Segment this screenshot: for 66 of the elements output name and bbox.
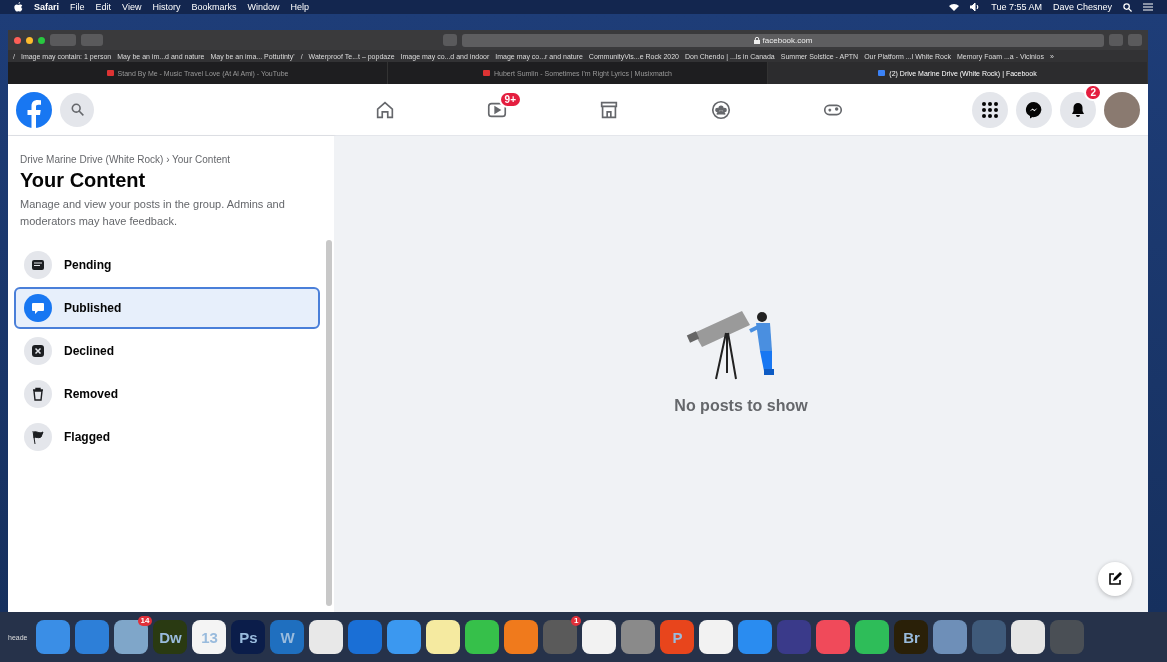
sidebar-item[interactable]: Flagged xyxy=(14,416,320,458)
close-button[interactable] xyxy=(14,36,21,44)
search-button[interactable] xyxy=(60,92,94,127)
scrollbar[interactable] xyxy=(326,240,332,606)
app-icon[interactable] xyxy=(855,620,890,654)
app-badge: 14 xyxy=(137,616,153,626)
favicon-icon xyxy=(483,70,490,76)
sidebar-item[interactable]: Removed xyxy=(14,373,320,415)
search-icon[interactable] xyxy=(1123,2,1132,12)
page-title: Your Content xyxy=(19,169,147,192)
app-icon[interactable] xyxy=(582,620,617,654)
app-icon[interactable] xyxy=(426,620,461,654)
menu-clock[interactable]: Tue 7:55 AM xyxy=(991,2,1042,12)
menu-item[interactable]: Edit xyxy=(95,2,112,12)
avatar[interactable] xyxy=(1104,91,1140,128)
sidebar-item[interactable]: Published xyxy=(14,287,320,329)
empty-state-message: No posts to show xyxy=(674,397,808,415)
notification-badge: 9+ xyxy=(498,90,522,108)
app-icon[interactable]: Ps xyxy=(231,620,266,654)
sidebar-item[interactable]: Pending xyxy=(14,244,320,286)
messenger-button[interactable] xyxy=(1016,91,1052,128)
search-icon xyxy=(70,103,84,116)
apple-logo-icon[interactable] xyxy=(14,2,23,12)
menu-item[interactable]: Help xyxy=(290,2,309,12)
app-icon[interactable] xyxy=(1011,620,1046,654)
breadcrumb: Drive Marine Drive (White Rock) › Your Content xyxy=(19,154,232,165)
edit-icon xyxy=(1107,571,1123,587)
zoom-button[interactable] xyxy=(38,36,45,44)
messenger-icon xyxy=(1025,100,1043,119)
sidebar-item[interactable]: Declined xyxy=(14,330,320,372)
trash-icon xyxy=(30,386,46,402)
app-icon[interactable] xyxy=(699,620,734,654)
menu-item[interactable]: Window xyxy=(247,2,280,12)
app-icon[interactable]: Dw xyxy=(153,620,188,654)
app-icon[interactable] xyxy=(465,620,500,654)
grid-icon xyxy=(982,101,998,118)
minimize-button[interactable] xyxy=(26,36,33,44)
lock-icon xyxy=(753,36,760,44)
post-icon xyxy=(30,257,46,273)
new-post-button[interactable] xyxy=(1098,562,1132,596)
bell-icon xyxy=(1070,101,1086,118)
favicon-icon xyxy=(106,70,114,76)
menu-item[interactable]: File xyxy=(70,2,85,12)
app-icon[interactable] xyxy=(504,620,539,654)
menu-item[interactable]: Safari xyxy=(34,2,59,12)
app-icon[interactable]: Br xyxy=(894,620,929,654)
groups-icon xyxy=(710,98,732,121)
url-text: facebook.com xyxy=(762,35,813,45)
x-square-icon xyxy=(30,343,46,359)
app-badge: 1 xyxy=(571,616,582,626)
nav-tab[interactable]: 9+ xyxy=(441,89,553,130)
speaker-icon[interactable] xyxy=(970,3,981,11)
app-icon[interactable] xyxy=(309,620,344,654)
flag-icon xyxy=(30,429,46,445)
favicon-icon xyxy=(878,70,886,76)
facebook-logo-icon[interactable] xyxy=(16,91,52,128)
menu-user-name[interactable]: Dave Chesney xyxy=(1052,2,1112,12)
wifi-icon[interactable] xyxy=(949,3,960,11)
menu-item[interactable]: Bookmarks xyxy=(191,2,237,12)
menu-item[interactable]: View xyxy=(122,2,142,12)
address-field[interactable]: facebook.com xyxy=(462,33,1104,47)
speech-bubble-icon xyxy=(30,300,46,316)
menu-button[interactable] xyxy=(972,91,1008,128)
menu-item[interactable]: History xyxy=(152,2,181,12)
menu-list-icon[interactable] xyxy=(1143,3,1153,11)
page-description: Manage and view your posts in the group. Admins and moderators may have feedback. xyxy=(19,197,286,229)
